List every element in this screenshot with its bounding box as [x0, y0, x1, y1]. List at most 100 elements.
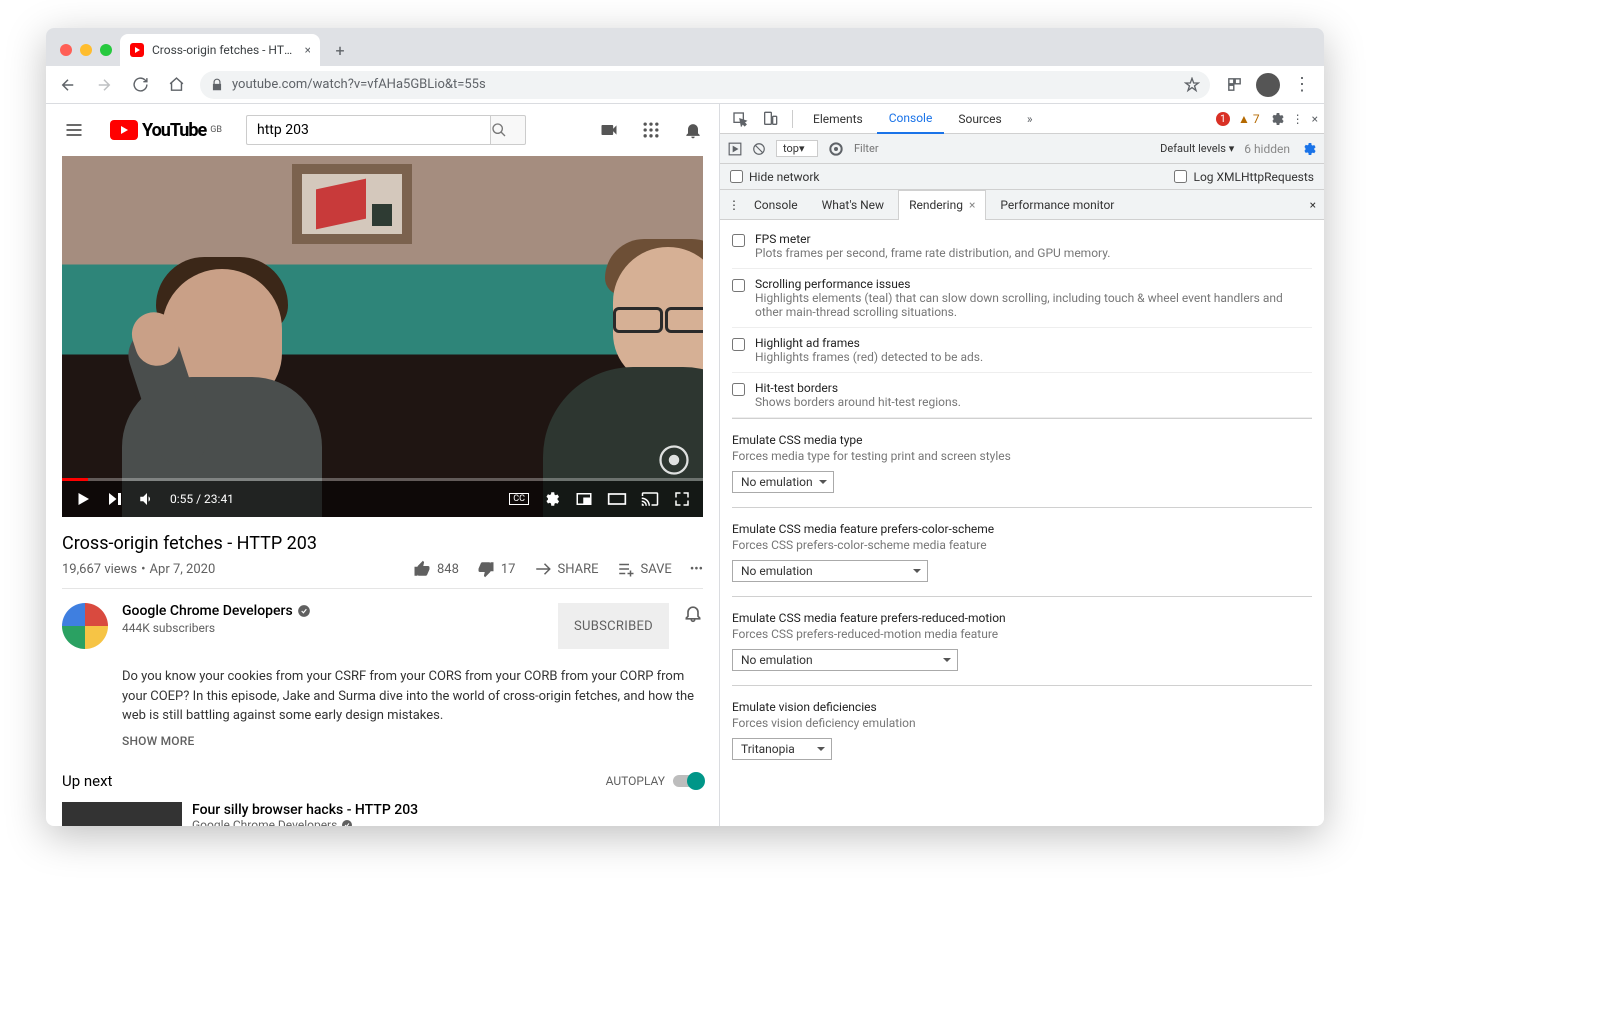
context-select[interactable]: top ▾ [776, 140, 818, 157]
window-minimize-icon[interactable] [80, 44, 92, 56]
settings-icon[interactable] [543, 490, 561, 508]
volume-icon[interactable] [138, 490, 156, 508]
channel-avatar[interactable] [62, 603, 108, 649]
fullscreen-icon[interactable] [673, 490, 691, 508]
up-next-label: Up next [62, 772, 112, 790]
forward-button[interactable] [92, 73, 116, 97]
devtools-panel: Elements Console Sources » 1 ▲ 7 ⋮ × top… [720, 104, 1324, 826]
star-icon[interactable] [1184, 77, 1200, 93]
video-title: Cross-origin fetches - HTTP 203 [62, 517, 703, 560]
drawer-menu-icon[interactable]: ⋮ [728, 198, 740, 212]
notifications-icon[interactable] [683, 120, 703, 140]
drawer-tab-console[interactable]: Console [744, 190, 808, 220]
dislike-button[interactable]: 17 [477, 560, 516, 578]
next-icon[interactable] [106, 490, 124, 508]
chrome-logo-icon [659, 445, 689, 475]
log-levels[interactable]: Default levels ▾ [1160, 142, 1234, 155]
reduced-motion-select[interactable]: No emulation [732, 649, 958, 671]
miniplayer-icon[interactable] [575, 490, 593, 508]
captions-icon[interactable]: CC [509, 493, 529, 505]
device-toggle-icon[interactable] [756, 105, 784, 133]
tab-elements[interactable]: Elements [801, 104, 875, 134]
opt-fps-meter[interactable]: FPS meterPlots frames per second, frame … [732, 224, 1312, 269]
reload-button[interactable] [128, 73, 152, 97]
autoplay-label: AUTOPLAY [606, 774, 665, 788]
show-more-button[interactable]: SHOW MORE [62, 726, 703, 764]
close-icon[interactable]: × [1312, 112, 1318, 126]
autoplay-toggle[interactable] [673, 775, 703, 787]
chk-log-xhr[interactable]: Log XMLHttpRequests [1174, 170, 1314, 184]
youtube-favicon-icon [130, 43, 144, 57]
play-icon[interactable] [728, 142, 742, 156]
color-scheme-select[interactable]: No emulation [732, 560, 928, 582]
tab-sources[interactable]: Sources [946, 104, 1013, 134]
drawer-tab-perfmon[interactable]: Performance monitor [990, 190, 1124, 220]
chk-hide-network[interactable]: Hide network [730, 170, 820, 184]
person-left [102, 247, 342, 517]
playlist-add-icon [617, 560, 635, 578]
close-icon[interactable]: × [305, 43, 310, 57]
subscribe-button[interactable]: SUBSCRIBED [558, 603, 669, 649]
opt-hittest[interactable]: Hit-test bordersShows borders around hit… [732, 373, 1312, 418]
theater-icon[interactable] [607, 492, 627, 506]
back-button[interactable] [56, 73, 80, 97]
media-type-select[interactable]: No emulation [732, 471, 834, 493]
gear-icon[interactable] [1300, 141, 1316, 157]
search-button[interactable] [490, 115, 526, 145]
window-close-icon[interactable] [60, 44, 72, 56]
extensions-icon[interactable] [1222, 73, 1246, 97]
gear-icon[interactable] [1268, 111, 1284, 127]
close-icon[interactable]: × [1310, 198, 1316, 212]
share-icon [534, 560, 552, 578]
cast-icon[interactable] [641, 490, 659, 508]
more-tabs-icon[interactable]: » [1016, 105, 1044, 133]
filter-input[interactable] [854, 142, 994, 155]
tab-title: Cross-origin fetches - HTTP 20… [152, 43, 297, 57]
youtube-logo[interactable]: YouTubeGB [110, 120, 222, 141]
browser-toolbar: youtube.com/watch?v=vfAHa5GBLio&t=55s ⋮ [46, 66, 1324, 104]
live-expression-icon[interactable] [828, 141, 844, 157]
play-icon[interactable] [74, 490, 92, 508]
notifications-bell-icon[interactable] [683, 603, 703, 649]
more-icon[interactable]: ••• [690, 562, 703, 577]
search-input[interactable] [246, 115, 490, 145]
opt-scrolling-issues[interactable]: Scrolling performance issuesHighlights e… [732, 269, 1312, 328]
clear-icon[interactable] [752, 142, 766, 156]
profile-avatar[interactable] [1256, 73, 1280, 97]
drawer-tab-whatsnew[interactable]: What's New [812, 190, 894, 220]
tab-bar: Cross-origin fetches - HTTP 20… × + [46, 28, 1324, 66]
browser-menu-icon[interactable]: ⋮ [1290, 73, 1314, 97]
save-button[interactable]: SAVE [617, 560, 672, 578]
inspect-icon[interactable] [726, 105, 754, 133]
opt-ad-frames[interactable]: Highlight ad framesHighlights frames (re… [732, 328, 1312, 373]
progress-bar[interactable] [62, 478, 703, 481]
wall-art [292, 164, 412, 244]
new-tab-button[interactable]: + [326, 36, 354, 64]
apps-icon[interactable] [641, 120, 661, 140]
url-text: youtube.com/watch?v=vfAHa5GBLio&t=55s [232, 77, 486, 92]
like-button[interactable]: 848 [413, 560, 459, 578]
vision-deficiency-select[interactable]: Tritanopia [732, 738, 832, 760]
window-maximize-icon[interactable] [100, 44, 112, 56]
video-description: Do you know your cookies from your CSRF … [62, 663, 703, 726]
create-icon[interactable] [599, 120, 619, 140]
browser-tab[interactable]: Cross-origin fetches - HTTP 20… × [120, 34, 320, 66]
browser-window: Cross-origin fetches - HTTP 20… × + yout… [46, 28, 1324, 826]
channel-name[interactable]: Google Chrome Developers [122, 603, 293, 619]
time-elapsed: 0:55 [170, 492, 193, 506]
youtube-page: YouTubeGB [46, 104, 720, 826]
up-next-item[interactable]: Four sillv Four silly browser hacks - HT… [62, 798, 703, 827]
devtools-menu-icon[interactable]: ⋮ [1292, 112, 1304, 126]
url-bar[interactable]: youtube.com/watch?v=vfAHa5GBLio&t=55s [200, 71, 1210, 99]
person-right [503, 237, 703, 517]
share-button[interactable]: SHARE [534, 560, 599, 578]
hidden-count[interactable]: 6 hidden [1244, 142, 1290, 156]
next-channel: Google Chrome Developers [192, 818, 337, 827]
video-player[interactable]: 0:55 / 23:41 CC [62, 156, 703, 517]
tab-console[interactable]: Console [877, 104, 945, 134]
hamburger-icon[interactable] [62, 118, 86, 142]
drawer-tab-rendering[interactable]: Rendering × [898, 190, 986, 220]
lock-icon [210, 78, 224, 92]
home-button[interactable] [164, 73, 188, 97]
close-icon[interactable]: × [969, 198, 975, 212]
